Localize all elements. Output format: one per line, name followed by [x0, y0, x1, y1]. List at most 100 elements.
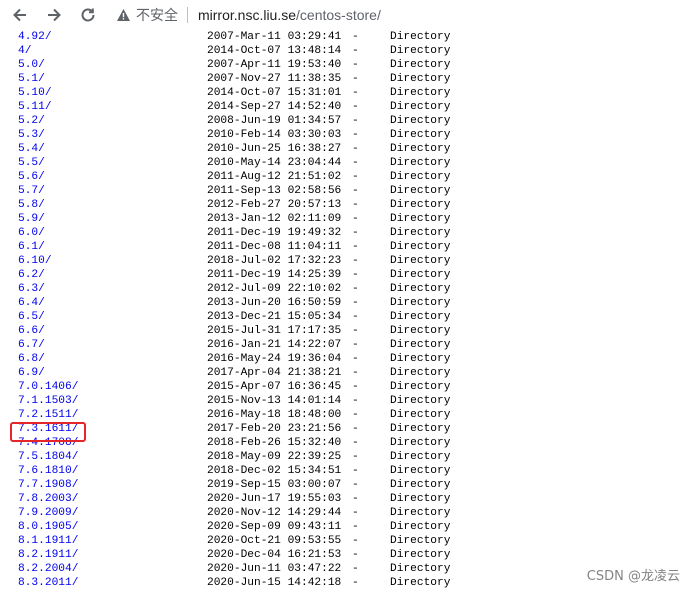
- listing-row: 4/2014-Oct-07 13:48:14- Directory: [0, 44, 696, 58]
- modified-date: 2020-Jun-17 19:55:03: [207, 493, 342, 505]
- directory-link[interactable]: 7.0.1406/: [18, 380, 78, 394]
- modified-date: 2012-Jul-09 22:10:02: [207, 283, 342, 295]
- type-cell: Directory: [390, 199, 451, 211]
- size-cell: -: [352, 353, 359, 365]
- listing-row: 5.6/2011-Aug-12 21:51:02- Directory: [0, 170, 696, 184]
- address-bar[interactable]: 不安全 mirror.nsc.liu.se/centos-store/: [110, 3, 696, 27]
- modified-date: 2007-Mar-11 03:29:41: [207, 31, 342, 43]
- size-cell: -: [352, 297, 359, 309]
- directory-link[interactable]: 8.1.1911/: [18, 534, 78, 548]
- listing-row: 5.9/2013-Jan-12 02:11:09- Directory: [0, 212, 696, 226]
- directory-link[interactable]: 7.2.1511/: [18, 408, 78, 422]
- type-cell: Directory: [390, 507, 451, 519]
- directory-link[interactable]: 5.1/: [18, 72, 45, 86]
- directory-link[interactable]: 6.5/: [18, 310, 45, 324]
- modified-date: 2008-Jun-19 01:34:57: [207, 115, 342, 127]
- directory-link[interactable]: 8.0.1905/: [18, 520, 78, 534]
- directory-link[interactable]: 8.3.2011/: [18, 576, 78, 590]
- size-cell: -: [352, 171, 359, 183]
- size-cell: -: [352, 269, 359, 281]
- listing-row: 8.0.1905/2020-Sep-09 09:43:11- Directory: [0, 520, 696, 534]
- directory-link[interactable]: 7.6.1810/: [18, 464, 78, 478]
- modified-date: 2014-Sep-27 14:52:40: [207, 101, 342, 113]
- size-cell: -: [352, 549, 359, 561]
- directory-link[interactable]: 5.9/: [18, 212, 45, 226]
- directory-link[interactable]: 6.7/: [18, 338, 45, 352]
- directory-link[interactable]: 6.0/: [18, 226, 45, 240]
- directory-link[interactable]: 7.1.1503/: [18, 394, 78, 408]
- size-cell: -: [352, 563, 359, 575]
- directory-link[interactable]: 8.2.1911/: [18, 548, 78, 562]
- directory-link[interactable]: 7.4.1708/: [18, 436, 78, 450]
- directory-link[interactable]: 6.2/: [18, 268, 45, 282]
- directory-link[interactable]: 8.2.2004/: [18, 562, 78, 576]
- directory-link[interactable]: 6.9/: [18, 366, 45, 380]
- size-cell: -: [352, 157, 359, 169]
- directory-link[interactable]: 5.5/: [18, 156, 45, 170]
- reload-button[interactable]: [76, 3, 100, 27]
- size-cell: -: [352, 535, 359, 547]
- directory-link[interactable]: 6.10/: [18, 254, 52, 268]
- listing-row: 5.1/2007-Nov-27 11:38:35- Directory: [0, 72, 696, 86]
- listing-row: 6.0/2011-Dec-19 19:49:32- Directory: [0, 226, 696, 240]
- directory-link[interactable]: 5.0/: [18, 58, 45, 72]
- type-cell: Directory: [390, 563, 451, 575]
- listing-row: 5.10/2014-Oct-07 15:31:01- Directory: [0, 86, 696, 100]
- directory-link[interactable]: 4.92/: [18, 30, 52, 44]
- directory-link[interactable]: 7.9.2009/: [18, 506, 78, 520]
- modified-date: 2016-May-18 18:48:00: [207, 409, 342, 421]
- type-cell: Directory: [390, 101, 451, 113]
- listing-row: 7.8.2003/2020-Jun-17 19:55:03- Directory: [0, 492, 696, 506]
- forward-button[interactable]: [42, 3, 66, 27]
- directory-link[interactable]: 4/: [18, 44, 31, 58]
- directory-link[interactable]: 5.11/: [18, 100, 52, 114]
- listing-row: 5.5/2010-May-14 23:04:44- Directory: [0, 156, 696, 170]
- listing-row: 7.9.2009/2020-Nov-12 14:29:44- Directory: [0, 506, 696, 520]
- security-indicator[interactable]: 不安全: [110, 5, 178, 25]
- directory-link[interactable]: 7.5.1804/: [18, 450, 78, 464]
- type-cell: Directory: [390, 521, 451, 533]
- directory-link[interactable]: 5.6/: [18, 170, 45, 184]
- directory-link[interactable]: 6.6/: [18, 324, 45, 338]
- type-cell: Directory: [390, 479, 451, 491]
- listing-row: 4.92/2007-Mar-11 03:29:41- Directory: [0, 30, 696, 44]
- back-button[interactable]: [8, 3, 32, 27]
- type-cell: Directory: [390, 87, 451, 99]
- directory-link[interactable]: 5.7/: [18, 184, 45, 198]
- listing-row: 7.0.1406/2015-Apr-07 16:36:45- Directory: [0, 380, 696, 394]
- modified-date: 2016-Jan-21 14:22:07: [207, 339, 342, 351]
- type-cell: Directory: [390, 241, 451, 253]
- directory-link[interactable]: 6.1/: [18, 240, 45, 254]
- size-cell: -: [352, 507, 359, 519]
- modified-date: 2011-Dec-19 14:25:39: [207, 269, 342, 281]
- directory-link[interactable]: 5.3/: [18, 128, 45, 142]
- type-cell: Directory: [390, 535, 451, 547]
- directory-link[interactable]: 5.4/: [18, 142, 45, 156]
- type-cell: Directory: [390, 451, 451, 463]
- directory-link[interactable]: 5.2/: [18, 114, 45, 128]
- directory-link[interactable]: 7.8.2003/: [18, 492, 78, 506]
- type-cell: Directory: [390, 395, 451, 407]
- size-cell: -: [352, 423, 359, 435]
- directory-link[interactable]: 5.8/: [18, 198, 45, 212]
- size-cell: -: [352, 325, 359, 337]
- directory-link[interactable]: 7.7.1908/: [18, 478, 78, 492]
- directory-link[interactable]: 6.3/: [18, 282, 45, 296]
- modified-date: 2007-Apr-11 19:53:40: [207, 59, 342, 71]
- modified-date: 2013-Jun-20 16:50:59: [207, 297, 342, 309]
- modified-date: 2011-Dec-19 19:49:32: [207, 227, 342, 239]
- modified-date: 2020-Sep-09 09:43:11: [207, 521, 342, 533]
- directory-link[interactable]: 5.10/: [18, 86, 52, 100]
- modified-date: 2014-Oct-07 15:31:01: [207, 87, 342, 99]
- listing-row: 6.6/2015-Jul-31 17:17:35- Directory: [0, 324, 696, 338]
- listing-row: 5.11/2014-Sep-27 14:52:40- Directory: [0, 100, 696, 114]
- listing-row: 6.3/2012-Jul-09 22:10:02- Directory: [0, 282, 696, 296]
- directory-link[interactable]: 7.3.1611/: [18, 422, 78, 436]
- size-cell: -: [352, 283, 359, 295]
- directory-link[interactable]: 6.8/: [18, 352, 45, 366]
- listing-row: 6.9/2017-Apr-04 21:38:21- Directory: [0, 366, 696, 380]
- size-cell: -: [352, 87, 359, 99]
- type-cell: Directory: [390, 129, 451, 141]
- type-cell: Directory: [390, 213, 451, 225]
- directory-link[interactable]: 6.4/: [18, 296, 45, 310]
